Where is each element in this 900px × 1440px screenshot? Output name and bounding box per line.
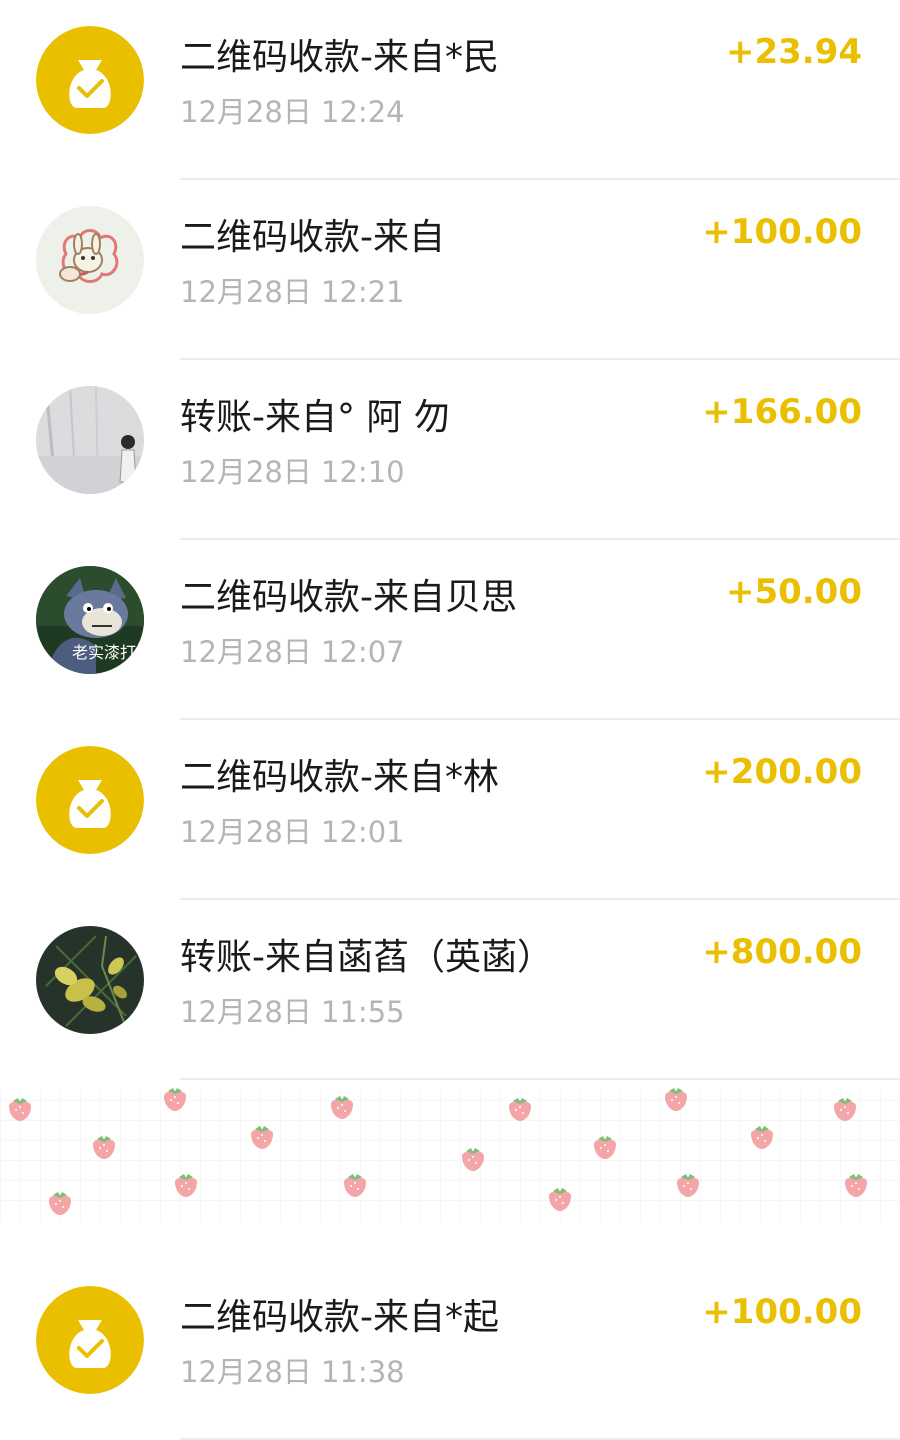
transaction-amount: +100.00: [702, 1292, 862, 1332]
transaction-row[interactable]: 转账-来自° 阿 勿 12月28日 12:10 +166.00: [0, 360, 900, 540]
transaction-list: 二维码收款-来自*民 12月28日 12:24 +23.94 二维码收款-来自 …: [0, 0, 900, 1440]
transaction-title: 二维码收款-来自*起: [180, 1297, 499, 1338]
transaction-title: 转账-来自° 阿 勿: [180, 397, 450, 438]
transaction-time: 12月28日 12:10: [180, 455, 405, 489]
strawberry-pattern-icon: [0, 1088, 900, 1220]
transaction-time: 12月28日 12:01: [180, 815, 405, 849]
avatar-caption: 老实漆打: [72, 643, 136, 662]
transaction-time: 12月28日 12:21: [180, 275, 405, 309]
money-bag-icon: [36, 746, 144, 854]
transaction-amount: +100.00: [702, 212, 862, 252]
transaction-row[interactable]: 二维码收款-来自 12月28日 12:21 +100.00: [0, 180, 900, 360]
transaction-row[interactable]: 转账-来自菡萏（英菡） 12月28日 11:55 +800.00: [0, 900, 900, 1080]
transaction-title: 二维码收款-来自*林: [180, 757, 499, 798]
transaction-time: 12月28日 11:38: [180, 1355, 405, 1389]
transaction-row[interactable]: 老实漆打 二维码收款-来自贝思 12月28日 12:07 +50.00: [0, 540, 900, 720]
transaction-title: 二维码收款-来自贝思: [180, 577, 517, 618]
transaction-amount: +23.94: [725, 32, 862, 72]
transaction-row[interactable]: 二维码收款-来自*起 12月28日 11:38 +100.00: [0, 1260, 900, 1440]
money-bag-icon: [36, 1286, 144, 1394]
transaction-row[interactable]: 二维码收款-来自*林 12月28日 12:01 +200.00: [0, 720, 900, 900]
avatar-flower: [36, 926, 144, 1034]
transaction-amount: +200.00: [702, 752, 862, 792]
avatar-cartoon-rabbit: [36, 206, 144, 314]
transaction-amount: +166.00: [702, 392, 862, 432]
transaction-row[interactable]: 二维码收款-来自*民 12月28日 12:24 +23.94: [0, 0, 900, 180]
avatar-photo-person: [36, 386, 144, 494]
transaction-time: 12月28日 11:55: [180, 995, 405, 1029]
transaction-title: 二维码收款-来自*民: [180, 37, 499, 78]
transaction-title: 转账-来自菡萏（英菡）: [180, 937, 553, 978]
avatar-cartoon-cat: 老实漆打: [36, 566, 144, 674]
money-bag-icon: [36, 26, 144, 134]
transaction-time: 12月28日 12:07: [180, 635, 405, 669]
transaction-amount: +800.00: [702, 932, 862, 972]
transaction-time: 12月28日 12:24: [180, 95, 405, 129]
strawberry-grid-banner: [0, 1080, 900, 1250]
transaction-title: 二维码收款-来自: [180, 217, 445, 258]
transaction-amount: +50.00: [725, 572, 862, 612]
